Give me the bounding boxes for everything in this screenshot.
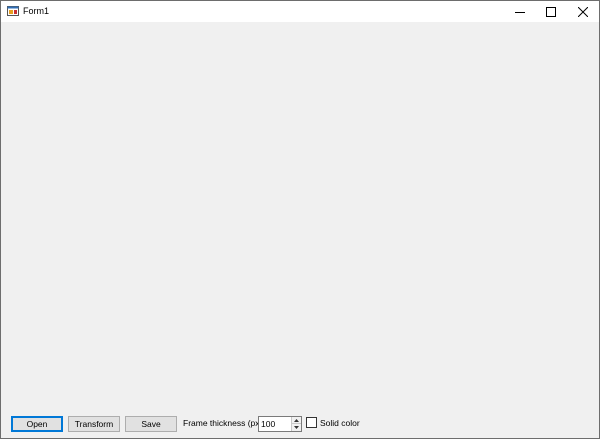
title-bar[interactable]: Form1 bbox=[1, 1, 599, 22]
form-window: Form1 Open Transform Save Frame thicknes… bbox=[0, 0, 600, 439]
chevron-down-icon[interactable] bbox=[292, 424, 301, 431]
minimize-icon[interactable] bbox=[503, 1, 537, 22]
close-icon[interactable] bbox=[566, 1, 600, 22]
app-icon[interactable] bbox=[7, 5, 19, 17]
spin-buttons[interactable] bbox=[291, 417, 301, 431]
frame-thickness-stepper[interactable]: 100 bbox=[258, 416, 302, 432]
window-title: Form1 bbox=[23, 6, 50, 16]
chevron-up-icon[interactable] bbox=[292, 417, 301, 424]
transform-button[interactable]: Transform bbox=[68, 416, 120, 432]
solid-color-checkbox[interactable] bbox=[306, 417, 317, 428]
form-client-area: Open Transform Save Frame thickness (px)… bbox=[1, 22, 599, 438]
open-button[interactable]: Open bbox=[11, 416, 63, 432]
frame-thickness-value[interactable]: 100 bbox=[261, 419, 275, 429]
maximize-icon[interactable] bbox=[534, 1, 568, 22]
solid-color-label[interactable]: Solid color bbox=[320, 418, 360, 428]
save-button[interactable]: Save bbox=[125, 416, 177, 432]
frame-thickness-label: Frame thickness (px) bbox=[183, 418, 263, 428]
